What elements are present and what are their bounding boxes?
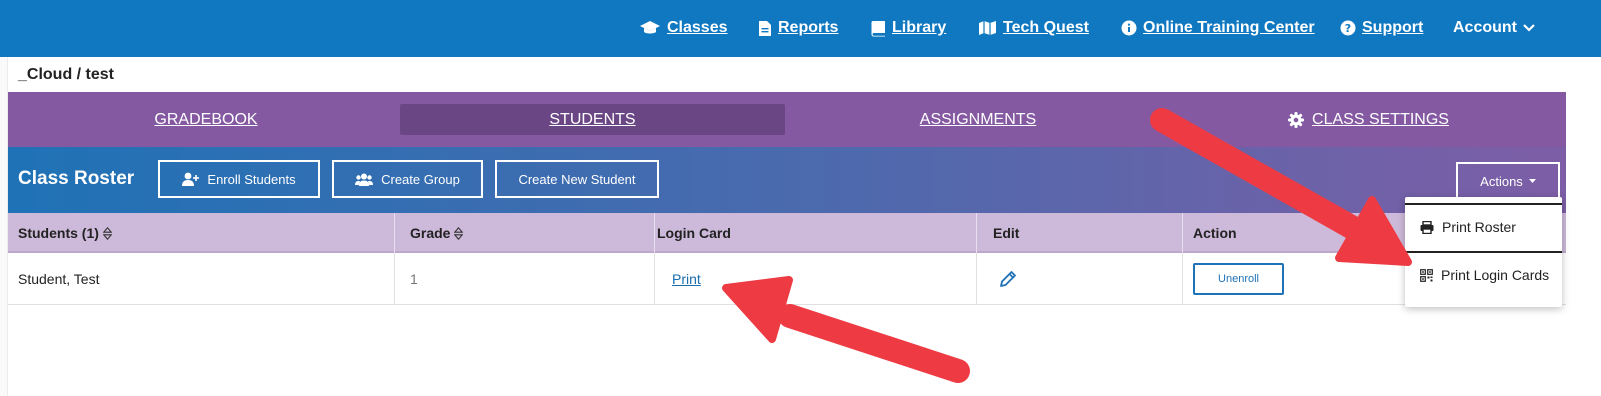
nav-classes-link[interactable]: Classes — [639, 17, 728, 39]
column-header-students-label: Students (1) — [18, 225, 99, 241]
map-icon — [979, 21, 996, 35]
column-header-action-label: Action — [1193, 225, 1237, 241]
grade-cell: 1 — [400, 253, 655, 305]
nav-reports-link[interactable]: Reports — [758, 17, 838, 39]
nav-library-link[interactable]: Library — [871, 17, 946, 39]
nav-account-menu[interactable]: Account — [1453, 17, 1535, 39]
enroll-students-label: Enroll Students — [207, 171, 296, 187]
tab-gradebook[interactable]: GRADEBOOK — [8, 104, 404, 135]
create-new-student-label: Create New Student — [518, 171, 636, 187]
actions-dropdown-menu: Print Roster Print Login Cards — [1405, 197, 1562, 307]
create-group-button[interactable]: Create Group — [332, 160, 483, 198]
nav-classes-label: Classes — [667, 19, 728, 36]
book-icon — [871, 20, 885, 36]
printer-icon — [1420, 220, 1434, 234]
left-sidebar-edge — [0, 57, 8, 396]
svg-text:?: ? — [1345, 22, 1351, 35]
breadcrumb: _Cloud / test — [18, 66, 115, 83]
actions-dropdown-button[interactable]: Actions — [1456, 162, 1560, 200]
student-name: Student, Test — [18, 271, 100, 287]
page-title: Class Roster — [18, 168, 135, 189]
nav-support-label: Support — [1362, 19, 1424, 36]
column-header-grade[interactable]: Grade — [400, 213, 655, 253]
column-header-grade-label: Grade — [410, 225, 451, 241]
column-header-students[interactable]: Students (1) — [8, 213, 395, 253]
nav-support-link[interactable]: ? Support — [1340, 17, 1423, 39]
caret-down-icon — [1528, 179, 1536, 183]
roster-table-header: Students (1) Grade Login Card Edit Actio… — [8, 213, 1566, 253]
nav-training-label: Online Training Center — [1143, 19, 1315, 36]
tab-students[interactable]: STUDENTS — [400, 104, 785, 135]
print-roster-label: Print Roster — [1442, 219, 1516, 235]
tab-assignments[interactable]: ASSIGNMENTS — [785, 104, 1171, 135]
nav-tech-quest-label: Tech Quest — [1003, 19, 1089, 36]
student-name-cell: Student, Test — [8, 253, 395, 305]
edit-cell — [988, 253, 1183, 305]
pencil-icon[interactable] — [998, 269, 1018, 289]
print-login-cards-menu-item[interactable]: Print Login Cards — [1405, 253, 1562, 297]
enroll-students-button[interactable]: Enroll Students — [158, 160, 320, 198]
actions-label: Actions — [1480, 173, 1523, 189]
grade-value: 1 — [410, 271, 418, 287]
unenroll-button[interactable]: Unenroll — [1193, 263, 1284, 295]
info-circle-icon — [1121, 20, 1137, 36]
nav-account-label: Account — [1453, 19, 1517, 36]
column-header-edit: Edit — [983, 213, 1183, 253]
users-icon — [355, 173, 374, 186]
print-login-card-link[interactable]: Print — [672, 271, 701, 287]
top-navigation: Classes Reports Library Tech Quest Onlin… — [0, 0, 1601, 57]
print-roster-menu-item[interactable]: Print Roster — [1405, 205, 1562, 249]
question-circle-icon: ? — [1340, 20, 1356, 36]
nav-library-label: Library — [892, 19, 947, 36]
tab-gradebook-label: GRADEBOOK — [154, 110, 258, 128]
qr-code-icon — [1420, 268, 1433, 282]
tab-assignments-label: ASSIGNMENTS — [919, 110, 1037, 128]
column-header-login-card: Login Card — [647, 213, 977, 253]
tab-students-label: STUDENTS — [549, 110, 636, 128]
sort-icon — [454, 226, 464, 240]
nav-tech-quest-link[interactable]: Tech Quest — [978, 17, 1089, 39]
tab-class-settings-label: CLASS SETTINGS — [1312, 110, 1449, 128]
column-header-login-card-label: Login Card — [657, 225, 731, 241]
class-roster-header: Class Roster Enroll Students Create Grou… — [8, 147, 1566, 213]
table-row: Student, Test 1 Print Unenroll — [8, 253, 1566, 305]
nav-training-link[interactable]: Online Training Center — [1121, 17, 1315, 39]
login-card-cell: Print — [662, 253, 977, 305]
print-login-cards-label: Print Login Cards — [1441, 267, 1550, 283]
chevron-down-icon — [1523, 24, 1535, 32]
create-new-student-button[interactable]: Create New Student — [495, 160, 659, 198]
create-group-label: Create Group — [381, 171, 460, 187]
nav-reports-label: Reports — [778, 19, 839, 36]
gear-icon — [1288, 111, 1305, 128]
sort-icon — [102, 226, 112, 240]
document-icon — [759, 20, 771, 36]
class-tab-bar: GRADEBOOK STUDENTS ASSIGNMENTS CLASS SET… — [8, 92, 1566, 147]
column-header-edit-label: Edit — [993, 225, 1020, 241]
add-user-icon — [182, 172, 200, 186]
graduation-cap-icon — [640, 21, 660, 34]
tab-class-settings[interactable]: CLASS SETTINGS — [1171, 104, 1566, 135]
